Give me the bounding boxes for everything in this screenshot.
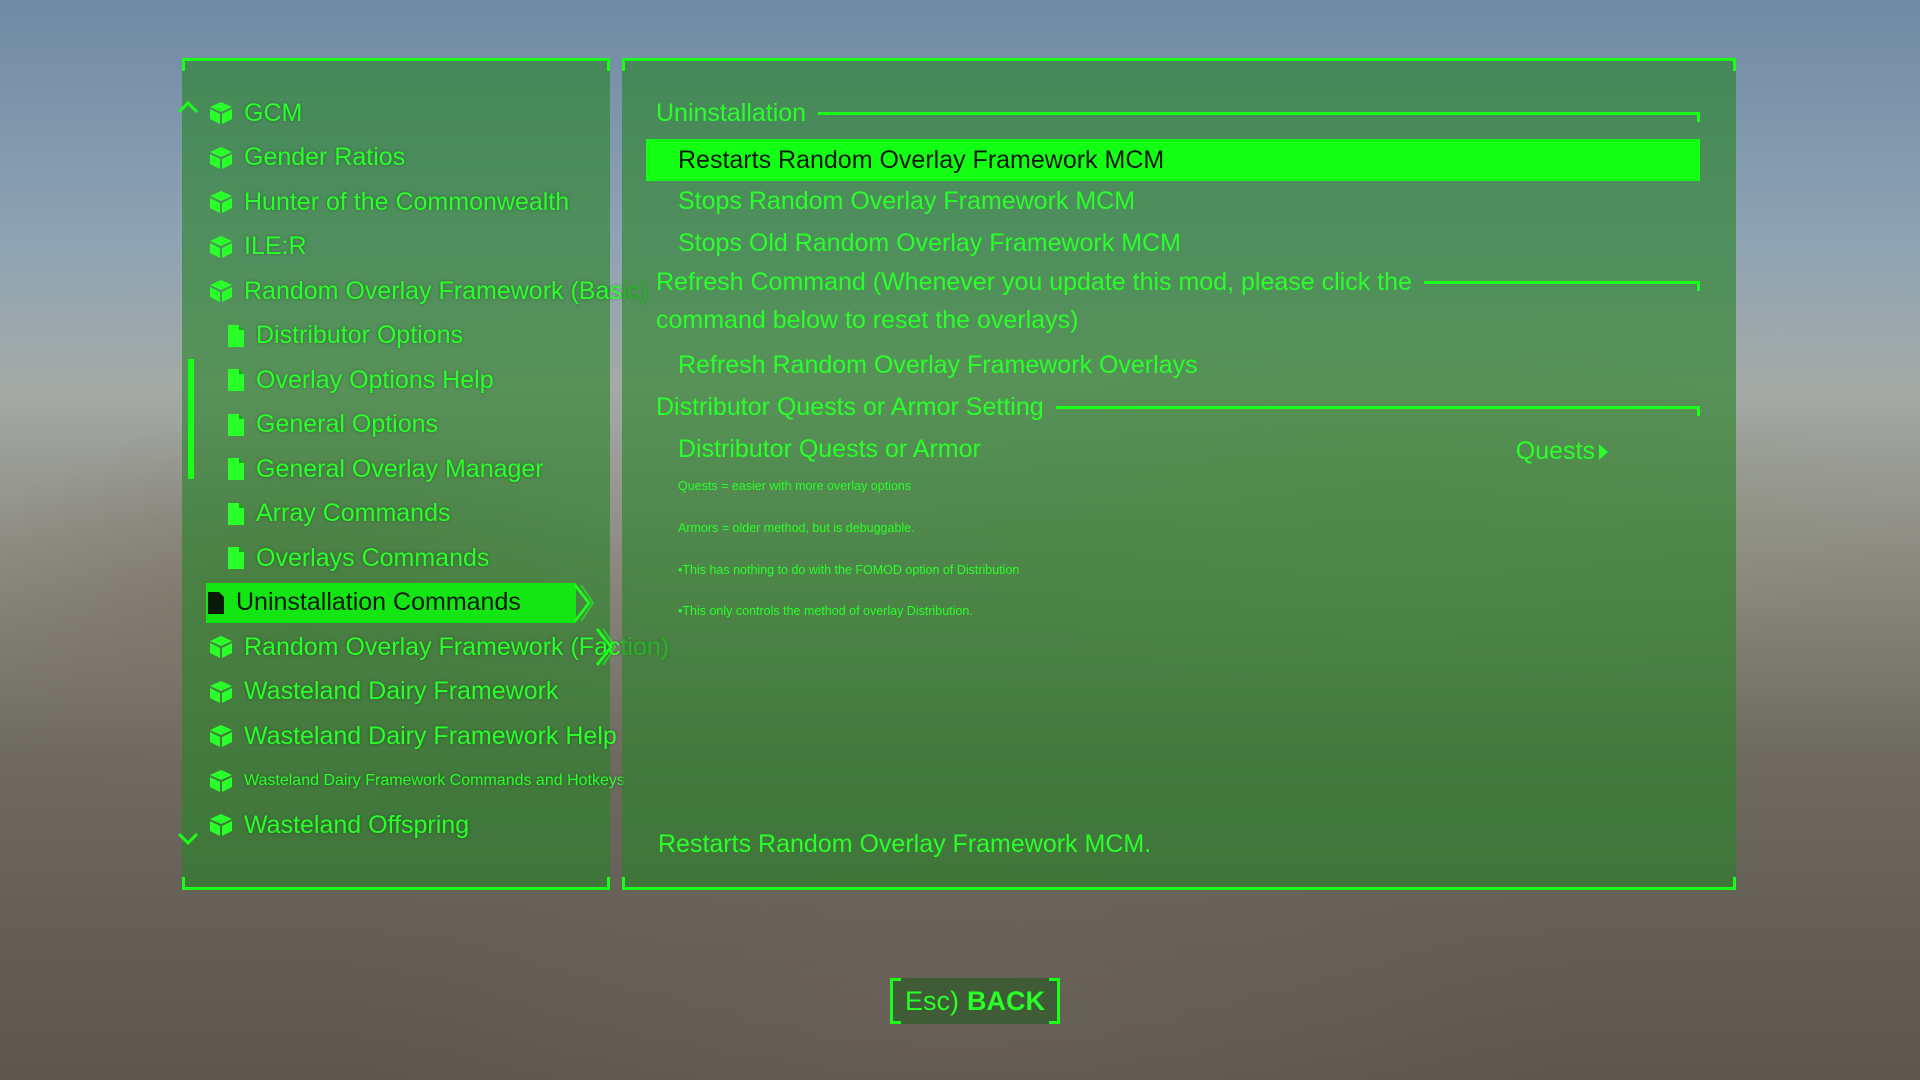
sidebar-item-label: Wasteland Dairy Framework Help: [244, 721, 617, 750]
document-icon: [226, 457, 246, 481]
section-header-distributor: Distributor Quests or Armor Setting: [656, 393, 1701, 422]
help-note: Armors = older method, but is debuggable…: [678, 521, 915, 535]
sidebar-item-label: General Options: [256, 410, 439, 438]
document-icon: [226, 368, 246, 392]
back-label: BACK: [967, 985, 1045, 1016]
sidebar-item-label: General Overlay Manager: [256, 454, 544, 483]
settings-panel: Uninstallation Restarts Random Overlay F…: [622, 58, 1736, 890]
sidebar-item-label: Wasteland Dairy Framework: [244, 677, 559, 705]
sidebar-item[interactable]: Wasteland Dairy Framework Commands and H…: [208, 761, 625, 801]
sidebar-item-label: Uninstallation Commands: [236, 588, 521, 616]
help-note: Quests = easier with more overlay option…: [678, 479, 912, 493]
sidebar-item[interactable]: General Options: [226, 405, 616, 445]
mod-list-panel: GCM Gender Ratios Hunter of the Commonweal…: [177, 58, 669, 890]
back-button[interactable]: Esc) BACK: [890, 978, 1060, 1024]
chevron-right-icon: [572, 583, 595, 623]
scroll-down-icon[interactable]: [176, 831, 200, 847]
section-title: Refresh Command (Whenever you update thi…: [656, 263, 1412, 339]
sidebar-item-label: Wasteland Offspring: [244, 810, 470, 839]
distributor-option[interactable]: Distributor Quests or Armor: [678, 435, 981, 464]
sidebar-item[interactable]: General Overlay Manager: [226, 449, 616, 489]
sidebar-item[interactable]: Hunter of the Commonwealth: [208, 182, 598, 222]
section-header-refresh: Refresh Command (Whenever you update thi…: [656, 263, 1701, 339]
arrow-right-icon: [1599, 443, 1608, 460]
sidebar-item[interactable]: Uninstallation Commands: [206, 582, 595, 623]
sidebar-item-label: Wasteland Dairy Framework Commands and H…: [244, 771, 625, 789]
document-icon: [226, 324, 246, 348]
sidebar-item[interactable]: GCM: [208, 93, 598, 133]
sidebar-item-label: GCM: [244, 98, 303, 127]
sidebar-item-label: Overlays Commands: [256, 543, 490, 572]
document-icon: [206, 591, 226, 615]
scrollbar-thumb[interactable]: [188, 359, 194, 479]
sidebar-item[interactable]: Wasteland Dairy Framework Help: [208, 716, 617, 756]
section-title-line2: command below to reset the overlays): [656, 306, 1079, 334]
document-icon: [226, 546, 246, 570]
sidebar-item-label: Gender Ratios: [244, 143, 406, 171]
section-divider: [1423, 281, 1701, 291]
help-note: •This only controls the method of overla…: [678, 604, 973, 618]
section-title: Distributor Quests or Armor Setting: [656, 393, 1044, 421]
sidebar-item[interactable]: Random Overlay Framework (Faction): [208, 627, 669, 667]
document-icon: [226, 413, 246, 437]
sidebar-item-label: Array Commands: [256, 499, 451, 527]
cube-icon: [208, 190, 234, 214]
scroll-up-icon[interactable]: [176, 99, 200, 115]
cube-icon: [208, 279, 234, 303]
section-title-line1: Refresh Command (Whenever you update thi…: [656, 268, 1412, 296]
cube-icon: [208, 813, 234, 837]
cube-icon: [208, 769, 234, 793]
sidebar-item[interactable]: Distributor Options: [226, 316, 616, 356]
sidebar-item[interactable]: Random Overlay Framework (Basic): [208, 271, 648, 311]
sidebar-item[interactable]: Overlays Commands: [226, 538, 616, 578]
stop-mcm-option[interactable]: Stops Random Overlay Framework MCM: [678, 187, 1135, 216]
sidebar-item[interactable]: Wasteland Dairy Framework: [208, 672, 598, 712]
sidebar-item-label: Overlay Options Help: [256, 365, 494, 394]
sidebar-item-label: Distributor Options: [256, 321, 464, 349]
sidebar-item[interactable]: Gender Ratios: [208, 138, 598, 178]
cube-icon: [208, 635, 234, 659]
chevron-right-icon: [594, 627, 617, 667]
sidebar-item[interactable]: Wasteland Offspring: [208, 805, 598, 845]
cube-icon: [208, 101, 234, 125]
document-icon: [226, 502, 246, 526]
section-divider: [1055, 406, 1701, 416]
refresh-overlays-option[interactable]: Refresh Random Overlay Framework Overlay…: [678, 351, 1198, 380]
sidebar-item-label: ILE:R: [244, 232, 307, 260]
sidebar-item-label: Hunter of the Commonwealth: [244, 187, 570, 216]
distributor-value: Quests: [1515, 437, 1595, 465]
section-title: Uninstallation: [656, 99, 807, 127]
section-header-uninstallation: Uninstallation: [656, 99, 1700, 128]
cube-icon: [208, 724, 234, 748]
cube-icon: [208, 235, 234, 259]
back-key-hint: Esc): [905, 985, 959, 1016]
stop-old-mcm-option[interactable]: Stops Old Random Overlay Framework MCM: [678, 229, 1181, 258]
distributor-value-selector[interactable]: Quests: [1516, 437, 1608, 466]
sidebar-item[interactable]: Array Commands: [226, 494, 616, 534]
sidebar-item[interactable]: ILE:R: [208, 227, 598, 267]
restart-mcm-option[interactable]: Restarts Random Overlay Framework MCM: [646, 139, 1700, 181]
sidebar-item-label: Random Overlay Framework (Basic): [244, 276, 649, 305]
cube-icon: [208, 680, 234, 704]
sidebar-item[interactable]: Overlay Options Help: [226, 360, 616, 400]
cube-icon: [208, 146, 234, 170]
option-description: Restarts Random Overlay Framework MCM.: [658, 830, 1152, 858]
help-note: •This has nothing to do with the FOMOD o…: [678, 563, 1020, 577]
section-divider: [818, 112, 1700, 122]
